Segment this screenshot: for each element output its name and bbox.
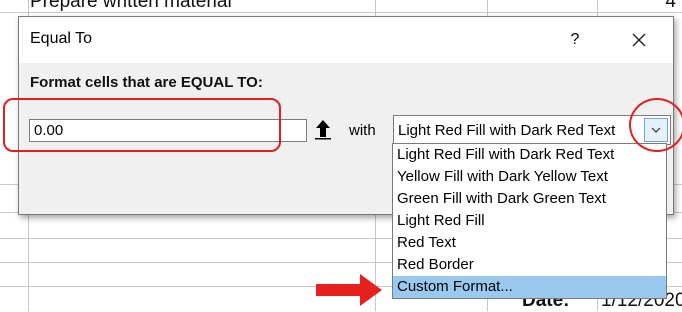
collapse-dialog-arrow-icon <box>315 120 331 140</box>
dropdown-option[interactable]: Light Red Fill <box>393 210 666 232</box>
cell-number: 4 <box>665 0 676 12</box>
close-icon <box>632 33 646 47</box>
annotation-highlight-rect <box>3 98 281 152</box>
dialog-caption: Format cells that are EQUAL TO: <box>30 74 263 91</box>
collapse-dialog-button[interactable] <box>311 115 335 143</box>
close-button[interactable] <box>622 23 656 57</box>
format-select-value: Light Red Fill with Dark Red Text <box>398 122 616 139</box>
with-label: with <box>349 122 376 139</box>
annotation-arrow-icon <box>316 274 382 306</box>
cell-text: Prepare written material <box>30 0 232 12</box>
dialog-title: Equal To <box>30 30 92 47</box>
annotation-highlight-circle <box>629 98 682 152</box>
format-dropdown-list: Light Red Fill with Dark Red Text Yellow … <box>392 143 667 299</box>
dropdown-option[interactable]: Custom Format... <box>393 276 666 298</box>
dropdown-option[interactable]: Red Border <box>393 254 666 276</box>
dialog-titlebar: Equal To ? <box>19 17 673 63</box>
dropdown-option[interactable]: Light Red Fill with Dark Red Text <box>393 144 666 166</box>
dropdown-option[interactable]: Green Fill with Dark Green Text <box>393 188 666 210</box>
dropdown-option[interactable]: Red Text <box>393 232 666 254</box>
help-button[interactable]: ? <box>564 23 586 57</box>
dropdown-option[interactable]: Yellow Fill with Dark Yellow Text <box>393 166 666 188</box>
